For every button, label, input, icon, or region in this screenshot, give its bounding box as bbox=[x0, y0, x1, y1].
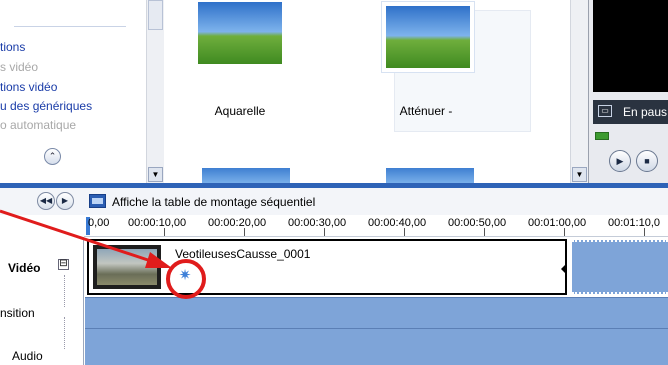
chevron-up-icon[interactable]: ⌃ bbox=[44, 148, 61, 165]
star-effect-icon[interactable]: ✷ bbox=[177, 268, 193, 284]
task-item-3[interactable]: u des génériques bbox=[0, 99, 92, 113]
scrollbar-thumb[interactable] bbox=[148, 0, 163, 30]
scroll-down-icon[interactable]: ▼ bbox=[148, 167, 163, 182]
clip-name: VeotileusesCausse_0001 bbox=[175, 247, 311, 261]
transition-track[interactable] bbox=[85, 297, 668, 329]
rewind-icon[interactable]: ◀◀ bbox=[37, 192, 55, 210]
audio-track[interactable] bbox=[85, 329, 668, 365]
tree-line bbox=[64, 317, 65, 349]
ruler-tick-label: 00:00:10,00 bbox=[128, 217, 187, 229]
preview-screen bbox=[593, 0, 668, 92]
video-clip[interactable]: VeotileusesCausse_0001 ✷ bbox=[87, 239, 567, 295]
ruler-tick bbox=[564, 228, 565, 236]
ruler-tick bbox=[404, 228, 405, 236]
scroll-down-icon[interactable]: ▼ bbox=[572, 167, 587, 182]
monitor-status-text: En paus bbox=[623, 105, 668, 119]
audio-track-label: Audio bbox=[12, 349, 43, 363]
play-icon[interactable]: ▶ bbox=[609, 150, 631, 172]
ruler-tick bbox=[244, 228, 245, 236]
effect-thumbnail-partial[interactable] bbox=[202, 168, 290, 183]
task-item-2[interactable]: tions vidéo bbox=[0, 80, 57, 94]
clip-thumbnail bbox=[93, 245, 161, 289]
preview-monitor: ▭ En paus ▶ ■ bbox=[588, 0, 668, 183]
effect-thumbnail bbox=[382, 2, 474, 72]
play-icon[interactable]: ▶ bbox=[56, 192, 74, 210]
screen-icon: ▭ bbox=[598, 105, 612, 117]
effects-view: Aquarelle Atténuer - bbox=[164, 0, 588, 183]
task-item-1: s vidéo bbox=[0, 60, 39, 74]
storyboard-icon[interactable] bbox=[89, 194, 106, 208]
ruler-tick-label: 0,00 bbox=[88, 217, 110, 229]
collection-scrollbar[interactable]: ▼ bbox=[146, 0, 164, 183]
ruler-tick bbox=[644, 228, 645, 236]
effect-label: Aquarelle bbox=[214, 104, 266, 118]
clip-thumbnail-image bbox=[97, 249, 157, 285]
effect-thumbnail bbox=[198, 2, 282, 64]
ruler-tick-label: 00:00:20,00 bbox=[208, 217, 267, 229]
ruler-tick bbox=[484, 228, 485, 236]
ruler-tick-label: 00:01:10,0 bbox=[608, 217, 660, 229]
ruler-tick-label: 00:00:30,00 bbox=[288, 217, 347, 229]
effect-thumbnail-partial[interactable] bbox=[386, 168, 474, 183]
timeline-ruler[interactable]: 0,00 00:00:10,00 00:00:20,00 00:00:30,00… bbox=[84, 215, 668, 237]
empty-slot[interactable] bbox=[572, 240, 668, 294]
task-item-4: o automatique bbox=[0, 118, 77, 132]
tree-line bbox=[64, 275, 65, 307]
storyboard-toggle[interactable]: Affiche la table de montage séquentiel bbox=[112, 195, 315, 209]
timeline-tracks: VeotileusesCausse_0001 ✷ bbox=[85, 237, 668, 365]
video-track[interactable]: VeotileusesCausse_0001 ✷ bbox=[85, 237, 668, 297]
track-labels: Vidéo ⊟ nsition Audio bbox=[0, 237, 84, 365]
ruler-tick-label: 00:00:50,00 bbox=[448, 217, 507, 229]
ruler-tick-label: 00:00:40,00 bbox=[368, 217, 427, 229]
ruler-tick bbox=[164, 228, 165, 236]
task-pane: tions s vidéo tions vidéo u des génériqu… bbox=[0, 0, 146, 183]
monitor-status: ▭ En paus bbox=[593, 100, 668, 124]
ruler-tick-label: 00:01:00,00 bbox=[528, 217, 587, 229]
task-pane-divider bbox=[14, 26, 126, 27]
timeline-toolbar: ◀◀ ▶ Affiche la table de montage séquent… bbox=[0, 188, 668, 215]
ruler-tick bbox=[324, 228, 325, 236]
task-item-0[interactable]: tions bbox=[0, 40, 25, 54]
seek-slider[interactable] bbox=[595, 132, 609, 140]
stop-icon[interactable]: ■ bbox=[636, 150, 658, 172]
effect-label: Atténuer - bbox=[399, 104, 453, 118]
video-track-label: Vidéo bbox=[8, 261, 41, 275]
collapse-icon[interactable]: ⊟ bbox=[58, 259, 69, 270]
clip-trim-handle[interactable] bbox=[561, 263, 567, 275]
effects-scrollbar[interactable]: ▼ bbox=[570, 0, 588, 183]
transition-track-label: nsition bbox=[0, 306, 35, 320]
